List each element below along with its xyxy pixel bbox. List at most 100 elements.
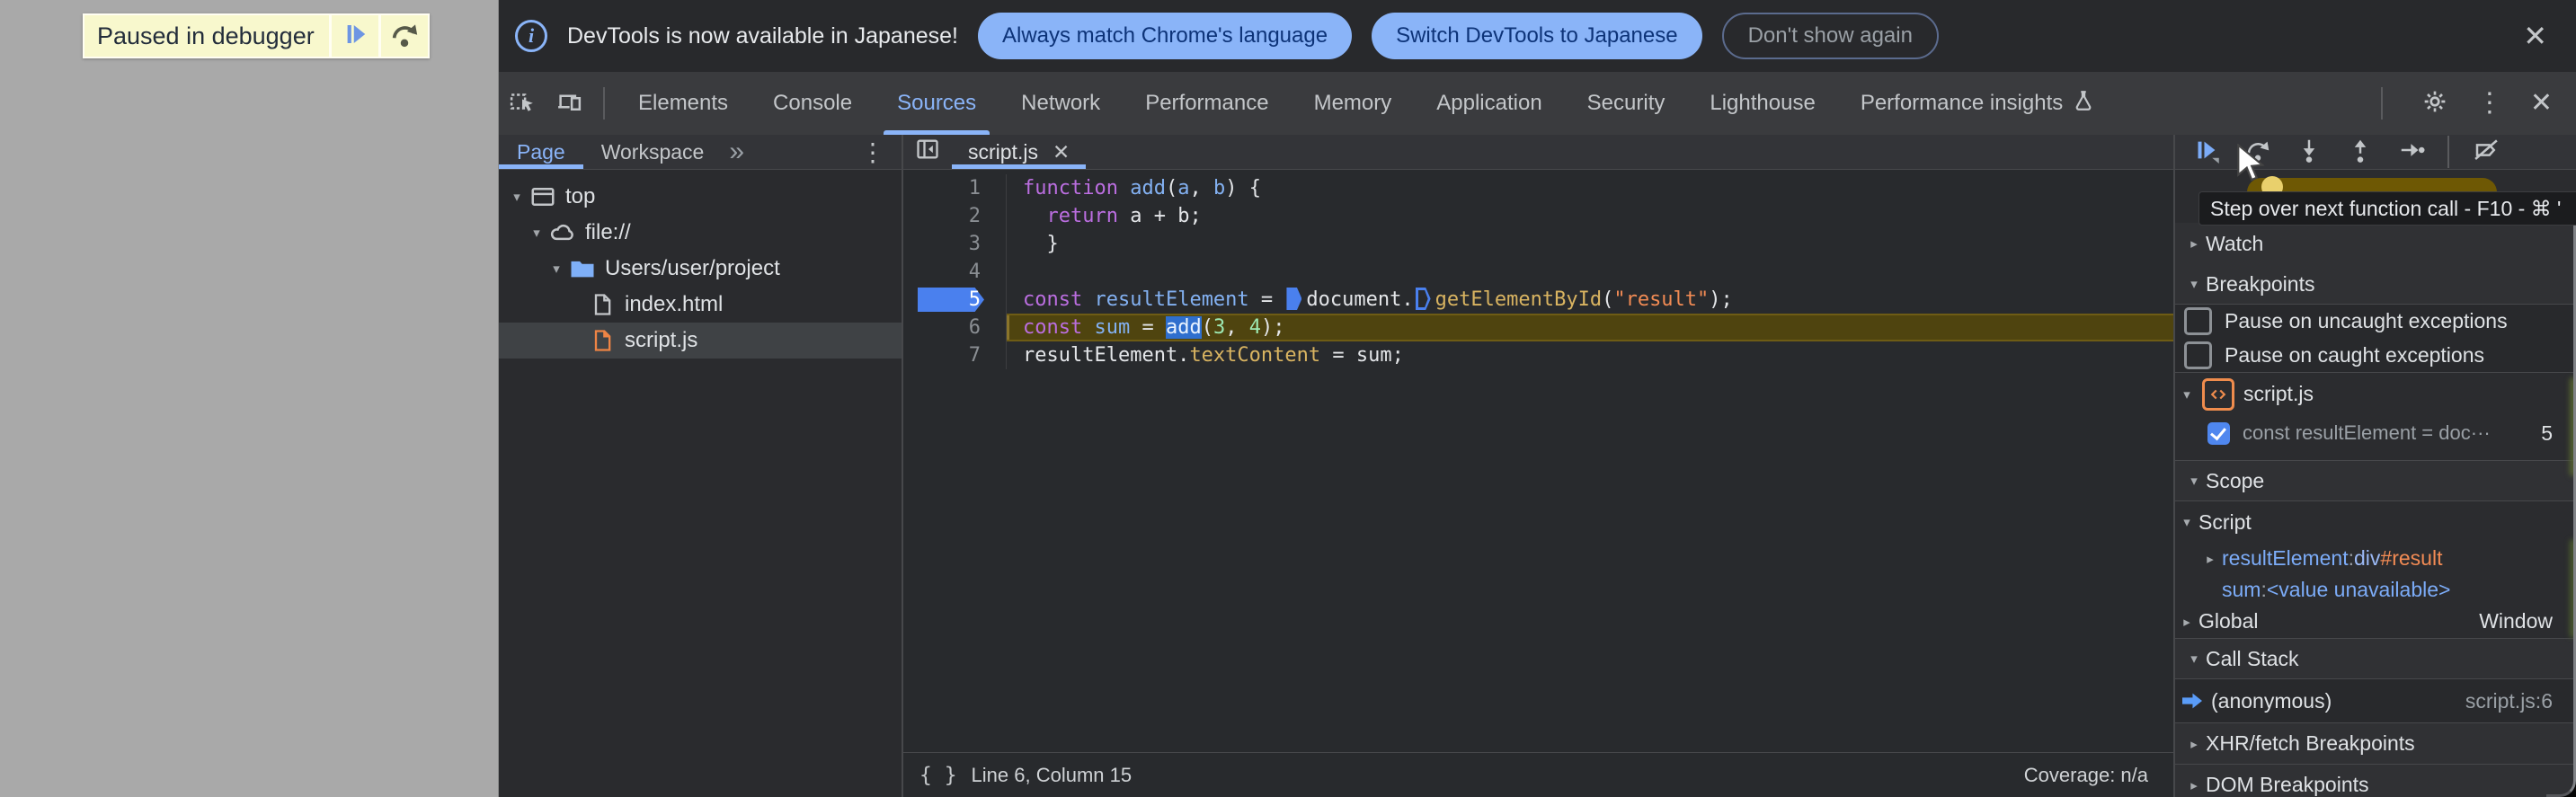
inline-breakpoint-filled-icon[interactable] xyxy=(1286,288,1302,310)
scope-category-global[interactable]: ▸ Global Window xyxy=(2175,605,2576,639)
sidebar-menu-button[interactable]: ⋮ xyxy=(860,135,902,169)
section-label: Global xyxy=(2198,609,2259,633)
checkbox[interactable] xyxy=(2184,307,2212,335)
section-call-stack[interactable]: ▾ Call Stack xyxy=(2175,639,2576,679)
code-token: ); xyxy=(1709,288,1733,311)
scope-property-sum[interactable]: sum: <value unavailable> xyxy=(2175,574,2576,605)
expand-arrow-icon[interactable]: ▾ xyxy=(546,261,567,277)
gutter-line-5[interactable]: 5 xyxy=(903,286,1007,314)
tab-lighthouse[interactable]: Lighthouse xyxy=(1687,72,1837,135)
call-stack-frame[interactable]: (anonymous) script.js:6 xyxy=(2175,679,2576,723)
checkbox-row[interactable]: Pause on uncaught exceptions xyxy=(2175,305,2576,338)
code-line-7[interactable]: 7 resultElement.textContent = sum; xyxy=(903,341,2173,369)
file-tab-scriptjs[interactable]: script.js ✕ xyxy=(952,135,1087,169)
expand-arrow-icon[interactable]: ▸ xyxy=(2182,736,2206,752)
code-line-content[interactable] xyxy=(1007,258,2173,286)
section-scope[interactable]: ▾ Scope xyxy=(2175,461,2576,501)
collapse-sidebar-button[interactable] xyxy=(903,135,952,169)
tab-elements[interactable]: Elements xyxy=(616,72,751,135)
code-editor[interactable]: 1 function add(a, b) {2 return a + b; 3 } 4… xyxy=(903,170,2173,752)
expand-arrow-icon[interactable]: ▾ xyxy=(526,225,547,241)
code-token: const xyxy=(1023,316,1083,339)
tree-item-script-js[interactable]: script.js xyxy=(499,323,902,359)
breakpoint-entry[interactable]: const resultElement = doc··· 5 xyxy=(2175,415,2576,451)
tree-item-index-html[interactable]: index.html xyxy=(499,287,902,323)
checkbox-row[interactable]: Pause on caught exceptions xyxy=(2175,338,2576,373)
deactivate-breakpoints-button[interactable] xyxy=(2460,135,2511,169)
sidebar-tab-workspace[interactable]: Workspace xyxy=(583,135,723,169)
expand-arrow-icon[interactable]: ▾ xyxy=(506,189,528,205)
code-line-content[interactable]: const sum = add(3, 4); xyxy=(1007,314,2173,341)
tab-label: Sources xyxy=(897,91,977,115)
gutter-line-3[interactable]: 3 xyxy=(903,230,1007,258)
sidebar-tab-page[interactable]: Page xyxy=(499,135,583,169)
code-line-content[interactable]: resultElement.textContent = sum; xyxy=(1007,341,2173,369)
resume-button[interactable] xyxy=(2181,135,2232,169)
tab-application[interactable]: Application xyxy=(1414,72,1564,135)
gutter-line-2[interactable]: 2 xyxy=(903,202,1007,230)
toggle-device-toolbar-button[interactable] xyxy=(546,72,592,135)
tree-item-top[interactable]: ▾ top xyxy=(499,179,902,215)
breakpoint-file-group[interactable]: ▾ script.js xyxy=(2175,373,2576,415)
expand-arrow-icon[interactable]: ▸ xyxy=(2182,777,2206,793)
tab-sources[interactable]: Sources xyxy=(875,72,999,135)
code-line-4[interactable]: 4 xyxy=(903,258,2173,286)
section-xhr-fetch-breakpoints[interactable]: ▸ XHR/fetch Breakpoints xyxy=(2175,723,2576,765)
settings-button[interactable] xyxy=(2421,87,2449,120)
line-number: 4 xyxy=(968,261,981,283)
section-dom-breakpoints[interactable]: ▸ DOM Breakpoints xyxy=(2175,765,2576,797)
gutter-line-6[interactable]: 6 xyxy=(903,314,1007,341)
tab-security[interactable]: Security xyxy=(1565,72,1688,135)
tab-performance-insights[interactable]: Performance insights xyxy=(1838,72,2118,135)
section-watch[interactable]: ▸ Watch xyxy=(2175,223,2576,264)
step-over-button-banner[interactable] xyxy=(381,15,428,57)
checkbox[interactable] xyxy=(2184,341,2212,369)
dont-show-again-button[interactable]: Don't show again xyxy=(1721,13,1939,59)
tree-item-file-[interactable]: ▾ file:// xyxy=(499,215,902,251)
expand-arrow-icon[interactable]: ▾ xyxy=(2182,473,2206,489)
resume-script-button[interactable] xyxy=(332,15,378,57)
step-button[interactable] xyxy=(2385,135,2437,169)
code-line-2[interactable]: 2 return a + b; xyxy=(903,202,2173,230)
code-line-content[interactable]: const resultElement = document. getElemen… xyxy=(1007,286,2173,314)
code-line-5[interactable]: 5 const resultElement = document. getEleme… xyxy=(903,286,2173,314)
gutter-line-4[interactable]: 4 xyxy=(903,258,1007,286)
gutter-line-7[interactable]: 7 xyxy=(903,341,1007,369)
expand-arrow-icon[interactable]: ▸ xyxy=(2175,614,2198,630)
expand-arrow-icon[interactable]: ▾ xyxy=(2175,514,2198,530)
infobar-close-icon[interactable]: ✕ xyxy=(2523,19,2560,53)
resume-icon xyxy=(342,21,369,52)
pretty-print-icon[interactable]: { } xyxy=(919,764,957,787)
code-line-1[interactable]: 1 function add(a, b) { xyxy=(903,174,2173,202)
expand-arrow-icon[interactable]: ▸ xyxy=(2182,235,2206,252)
inspect-element-button[interactable] xyxy=(499,72,546,135)
code-line-3[interactable]: 3 } xyxy=(903,230,2173,258)
expand-arrow-icon[interactable]: ▾ xyxy=(2182,651,2206,667)
tab-performance[interactable]: Performance xyxy=(1123,72,1291,135)
expand-arrow-icon[interactable]: ▸ xyxy=(2198,551,2222,567)
close-devtools-button[interactable]: ✕ xyxy=(2530,90,2553,117)
tab-memory[interactable]: Memory xyxy=(1292,72,1415,135)
expand-arrow-icon[interactable]: ▾ xyxy=(2175,386,2198,403)
breakpoint-checkbox[interactable] xyxy=(2207,421,2230,445)
gutter-line-1[interactable]: 1 xyxy=(903,174,1007,202)
step-out-button[interactable] xyxy=(2334,135,2385,169)
more-options-button[interactable]: ⋮ xyxy=(2476,90,2503,117)
code-line-content[interactable]: return a + b; xyxy=(1007,202,2173,230)
section-breakpoints[interactable]: ▾ Breakpoints xyxy=(2175,264,2576,305)
tab-network[interactable]: Network xyxy=(999,72,1123,135)
step-into-button[interactable] xyxy=(2283,135,2334,169)
code-line-content[interactable]: function add(a, b) { xyxy=(1007,174,2173,202)
close-tab-icon[interactable]: ✕ xyxy=(1053,140,1070,164)
code-line-content[interactable]: } xyxy=(1007,230,2173,258)
more-tabs-button[interactable]: » xyxy=(722,135,751,169)
code-line-6[interactable]: 6 const sum = add(3, 4); xyxy=(903,314,2173,341)
tree-item-users-user-project[interactable]: ▾ Users/user/project xyxy=(499,251,902,287)
tab-console[interactable]: Console xyxy=(751,72,875,135)
scope-property-resultElement[interactable]: ▸ resultElement: div #result xyxy=(2175,543,2576,574)
infobar-action-button-1[interactable]: Switch DevTools to Japanese xyxy=(1372,13,1702,59)
expand-arrow-icon[interactable]: ▾ xyxy=(2182,276,2206,292)
infobar-action-button-0[interactable]: Always match Chrome's language xyxy=(977,13,1353,59)
scope-category-script[interactable]: ▾ Script xyxy=(2175,501,2576,543)
inline-breakpoint-hollow-icon[interactable] xyxy=(1415,288,1431,310)
